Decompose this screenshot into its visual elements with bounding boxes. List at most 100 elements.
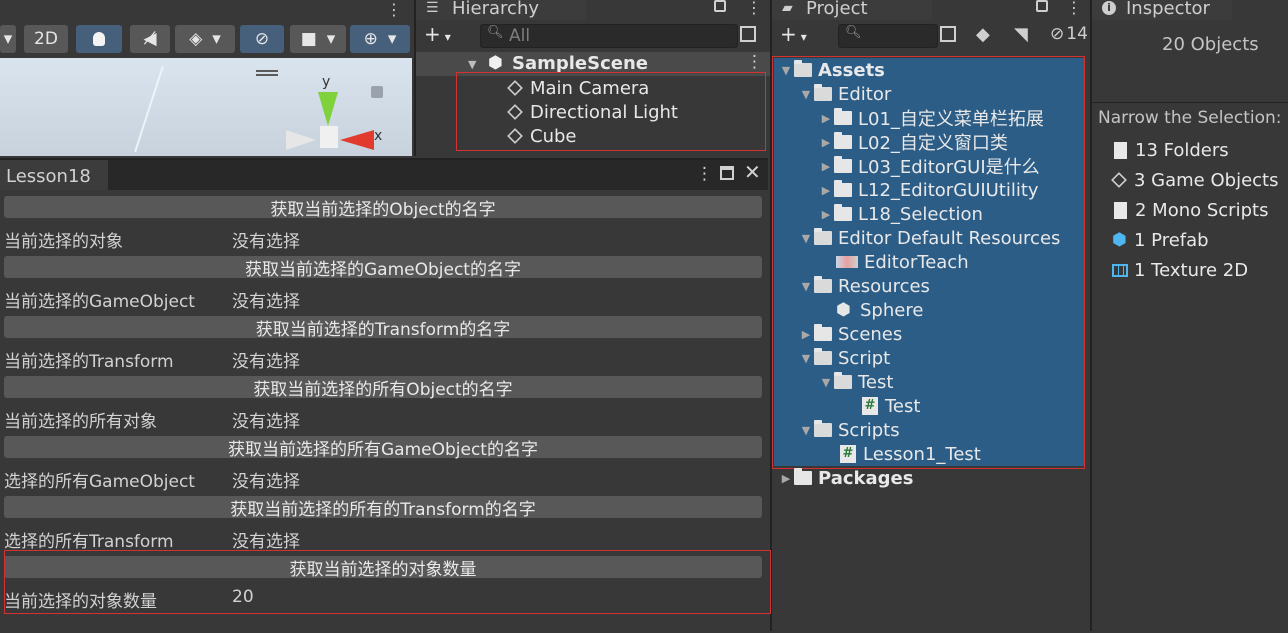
search-expand-icon[interactable] (740, 26, 756, 42)
tree-item-folder[interactable]: ▶ L01_自定义菜单栏拓展 (818, 106, 1044, 130)
camera-dropdown[interactable]: ■ ▾ (290, 25, 346, 53)
expand-arrow[interactable]: ▶ (818, 112, 834, 125)
filter-by-type-icon[interactable]: ◆ (976, 24, 990, 45)
lesson-tab[interactable]: Lesson18 (0, 160, 109, 190)
dropdown-arrow-button[interactable]: ▾ (0, 25, 16, 53)
scene-menu-dots[interactable]: ⋮ (746, 52, 763, 72)
get-object-name-button[interactable]: 获取当前选择的Object的名字 (4, 196, 762, 220)
mode-2d-button[interactable]: 2D (24, 25, 68, 53)
project-search-input[interactable]: 🔍︎ (838, 24, 938, 48)
tree-item-scripts[interactable]: ▼ Scripts (798, 418, 900, 442)
narrow-item-gameobjects[interactable]: 3 Game Objects (1111, 168, 1278, 192)
scene-menu-dots[interactable]: ⋮ (386, 0, 402, 19)
tree-item-script-file[interactable]: # Lesson1_Test (840, 442, 981, 466)
mute-icon: ◀̸ (143, 29, 157, 49)
project-tab-label: Project (806, 0, 868, 19)
create-button[interactable]: + ▾ (780, 22, 807, 46)
expand-arrow[interactable]: ▶ (778, 472, 794, 485)
get-all-objects-name-button[interactable]: 获取当前选择的所有Object的名字 (4, 376, 762, 400)
create-button[interactable]: + ▾ (424, 22, 451, 46)
gizmos-toggle[interactable]: ⊕ ▾ (350, 25, 410, 53)
drag-handle[interactable] (256, 70, 278, 76)
tree-item-folder[interactable]: ▶ L03_EditorGUI是什么 (818, 154, 1040, 178)
lock-icon[interactable] (714, 0, 726, 12)
search-expand-icon[interactable] (940, 26, 956, 42)
inspector-tab[interactable]: i Inspector (1092, 0, 1232, 20)
field-value: 没有选择 (232, 472, 300, 492)
gizmo-x-label: x (374, 128, 383, 144)
tree-item-editor[interactable]: ▼ Editor (798, 82, 892, 106)
hidden-count-toggle[interactable]: ⊘ 14 (1050, 24, 1088, 44)
tree-item-scenes[interactable]: ▶ Scenes (798, 322, 903, 346)
field-label: 当前选择的GameObject (4, 292, 195, 312)
expand-arrow[interactable]: ▶ (818, 184, 834, 197)
gizmo-y-cone (318, 92, 338, 126)
tree-item-packages[interactable]: ▶ Packages (778, 466, 914, 490)
hierarchy-menu-dots[interactable]: ⋮ (746, 0, 762, 17)
project-tab[interactable]: ▰ Project (772, 0, 932, 20)
expand-arrow[interactable]: ▼ (778, 64, 794, 77)
narrow-item-scripts[interactable]: 2 Mono Scripts (1114, 198, 1268, 222)
orientation-gizmo[interactable]: y x (284, 74, 384, 156)
gizmo-negx-cone (286, 130, 316, 150)
lock-icon[interactable] (1036, 0, 1048, 12)
search-input[interactable]: 🔍︎ All (480, 24, 738, 48)
tree-item-assets[interactable]: ▼ Assets (778, 58, 885, 82)
expand-arrow[interactable]: ▼ (798, 280, 814, 293)
filter-by-label-icon[interactable]: ◥ (1014, 24, 1028, 45)
tree-item-test-folder[interactable]: ▼ Test (818, 370, 894, 394)
get-all-gameobjects-name-button[interactable]: 获取当前选择的所有GameObject的名字 (4, 436, 762, 460)
audio-toggle[interactable]: ◀̸ (130, 25, 170, 53)
narrow-item-texture[interactable]: 1 Texture 2D (1112, 258, 1248, 282)
search-icon: 🔍︎ (487, 25, 504, 40)
tree-item-editor-default-resources[interactable]: ▼ Editor Default Resources (798, 226, 1061, 250)
narrow-item-folders[interactable]: 13 Folders (1114, 138, 1229, 162)
narrow-item-prefab[interactable]: ⬢ 1 Prefab (1112, 228, 1209, 252)
texture-thumbnail-icon (836, 256, 858, 268)
script-file-icon (1114, 201, 1127, 219)
gizmo-center-cube[interactable] (320, 126, 338, 148)
project-menu-dots[interactable]: ⋮ (1066, 0, 1082, 17)
field-label: 选择的所有Transform (4, 532, 174, 552)
lesson-tab-label: Lesson18 (6, 166, 91, 187)
divider (1092, 102, 1288, 103)
get-gameobject-name-button[interactable]: 获取当前选择的GameObject的名字 (4, 256, 762, 280)
expand-arrow[interactable]: ▼ (798, 232, 814, 245)
scene-expand-arrow[interactable]: ▼ (468, 58, 476, 71)
get-transform-name-button[interactable]: 获取当前选择的Transform的名字 (4, 316, 762, 340)
maximize-icon[interactable] (720, 166, 734, 180)
tree-item-folder[interactable]: ▶ L12_EditorGUIUtility (818, 178, 1039, 202)
field-value: 没有选择 (232, 352, 300, 372)
folder-open-icon (834, 372, 852, 389)
csharp-script-icon: # (862, 397, 878, 415)
expand-arrow[interactable]: ▶ (818, 136, 834, 149)
window-menu-dots[interactable]: ⋮ (696, 164, 713, 184)
tree-item-script-file[interactable]: # Test (862, 394, 920, 418)
texture-icon (1112, 263, 1128, 277)
tree-item-folder[interactable]: ▶ L02_自定义窗口类 (818, 130, 1008, 154)
expand-arrow[interactable]: ▶ (818, 208, 834, 221)
prefab-icon: ⬢ (1112, 230, 1127, 250)
tree-item-prefab[interactable]: ⬢ Sphere (836, 298, 923, 322)
scene-view[interactable]: ⋮ ▾ 2D ◀̸ ◈ ▾ ⊘ ■ ▾ ⊕ ▾ y x (0, 0, 412, 156)
hierarchy-tab[interactable]: ☰ Hierarchy (416, 0, 586, 20)
expand-arrow[interactable]: ▶ (798, 328, 814, 341)
visibility-toggle[interactable]: ⊘ (240, 25, 284, 53)
tree-item-resources[interactable]: ▼ Resources (798, 274, 930, 298)
effects-toggle[interactable]: ◈ ▾ (175, 25, 235, 53)
tree-item-script[interactable]: ▼ Script (798, 346, 890, 370)
expand-arrow[interactable]: ▼ (798, 424, 814, 437)
lightbulb-icon (93, 32, 105, 46)
expand-arrow[interactable]: ▼ (798, 88, 814, 101)
expand-arrow[interactable]: ▼ (798, 352, 814, 365)
tree-item-texture[interactable]: EditorTeach (836, 250, 969, 274)
expand-arrow[interactable]: ▶ (818, 160, 834, 173)
get-all-transforms-name-button[interactable]: 获取当前选择的所有的Transform的名字 (4, 496, 762, 520)
tree-item-folder[interactable]: ▶ L18_Selection (818, 202, 983, 226)
lighting-toggle[interactable] (76, 25, 122, 53)
close-icon[interactable]: ✕ (744, 160, 761, 184)
gizmo-icon: ⊕ (363, 29, 378, 49)
expand-arrow[interactable]: ▼ (818, 376, 834, 389)
prefab-icon: ⬢ (836, 300, 851, 320)
chevron-down-icon: ▾ (326, 29, 336, 49)
